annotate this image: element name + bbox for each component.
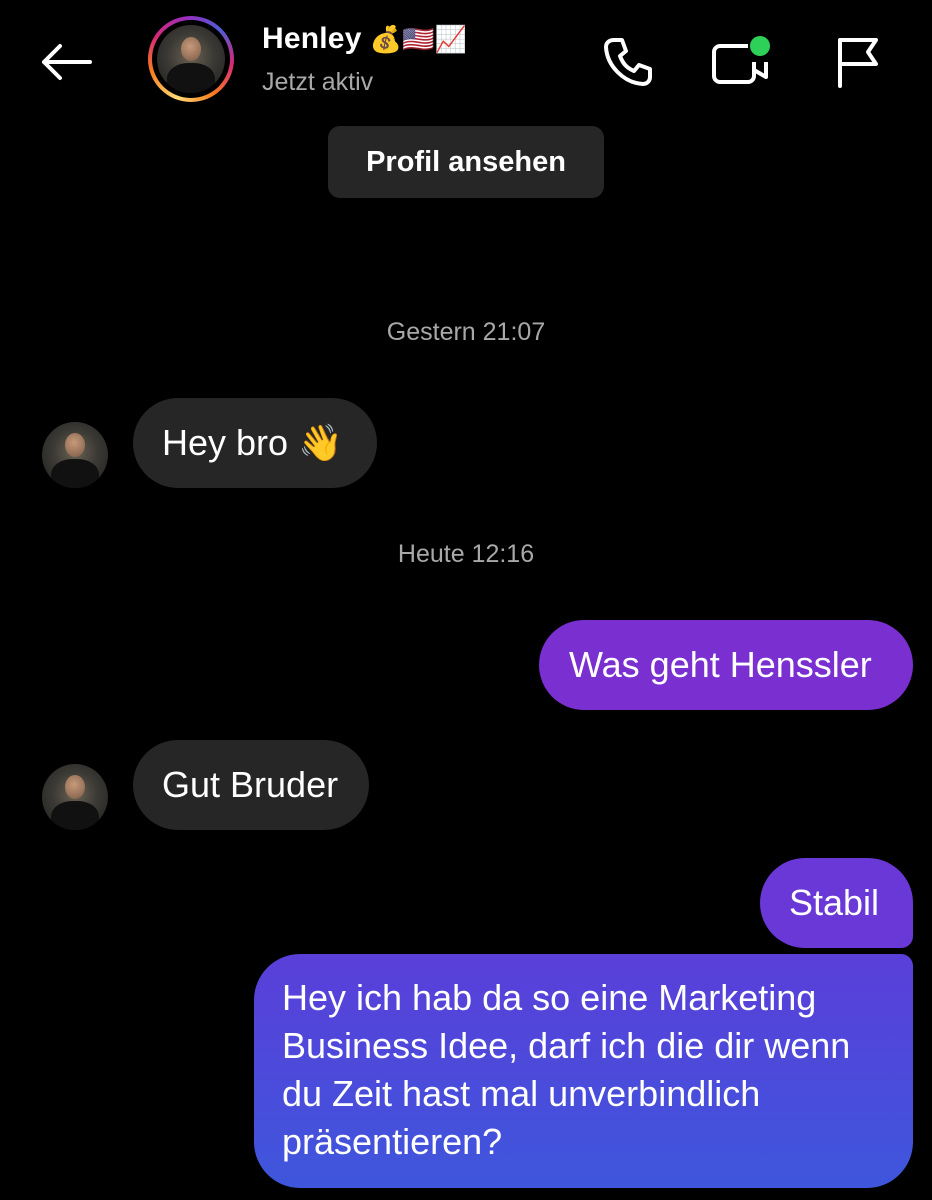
contact-avatar[interactable] — [148, 16, 234, 102]
online-dot — [750, 36, 770, 56]
sender-avatar[interactable] — [42, 764, 108, 830]
video-call-button[interactable] — [708, 30, 772, 94]
message-line: Business Idee, darf ich die dir wenn — [282, 1025, 851, 1066]
avatar-photo — [157, 25, 225, 93]
contact-name-text: Henley — [262, 22, 362, 55]
phone-icon — [604, 38, 652, 86]
sender-avatar[interactable] — [42, 422, 108, 488]
arrow-left-icon — [42, 44, 92, 80]
timestamp: Gestern 21:07 — [386, 318, 546, 346]
contact-name[interactable]: Henley 💰🇺🇸📈 — [262, 22, 467, 56]
timestamp: Heute 12:16 — [397, 540, 535, 568]
incoming-message[interactable]: Gut Bruder — [133, 740, 369, 830]
view-profile-button[interactable]: Profil ansehen — [328, 126, 604, 198]
outgoing-message[interactable]: Was geht Henssler — [539, 620, 913, 710]
message-line: du Zeit hast mal unverbindlich — [282, 1073, 761, 1114]
incoming-message[interactable]: Hey bro 👋 — [133, 398, 377, 488]
report-button[interactable] — [824, 30, 888, 94]
message-line: präsentieren? — [282, 1121, 503, 1162]
outgoing-message[interactable]: Hey ich hab da so eine Marketing Busines… — [254, 954, 913, 1188]
active-status: Jetzt aktiv — [262, 68, 374, 96]
audio-call-button[interactable] — [596, 30, 660, 94]
back-button[interactable] — [28, 30, 104, 94]
flag-icon — [838, 38, 878, 88]
contact-name-emojis: 💰🇺🇸📈 — [369, 24, 468, 54]
outgoing-message[interactable]: Stabil — [760, 858, 913, 948]
video-camera-icon — [712, 36, 772, 84]
message-line: Hey ich hab da so eine Marketing — [282, 977, 817, 1018]
